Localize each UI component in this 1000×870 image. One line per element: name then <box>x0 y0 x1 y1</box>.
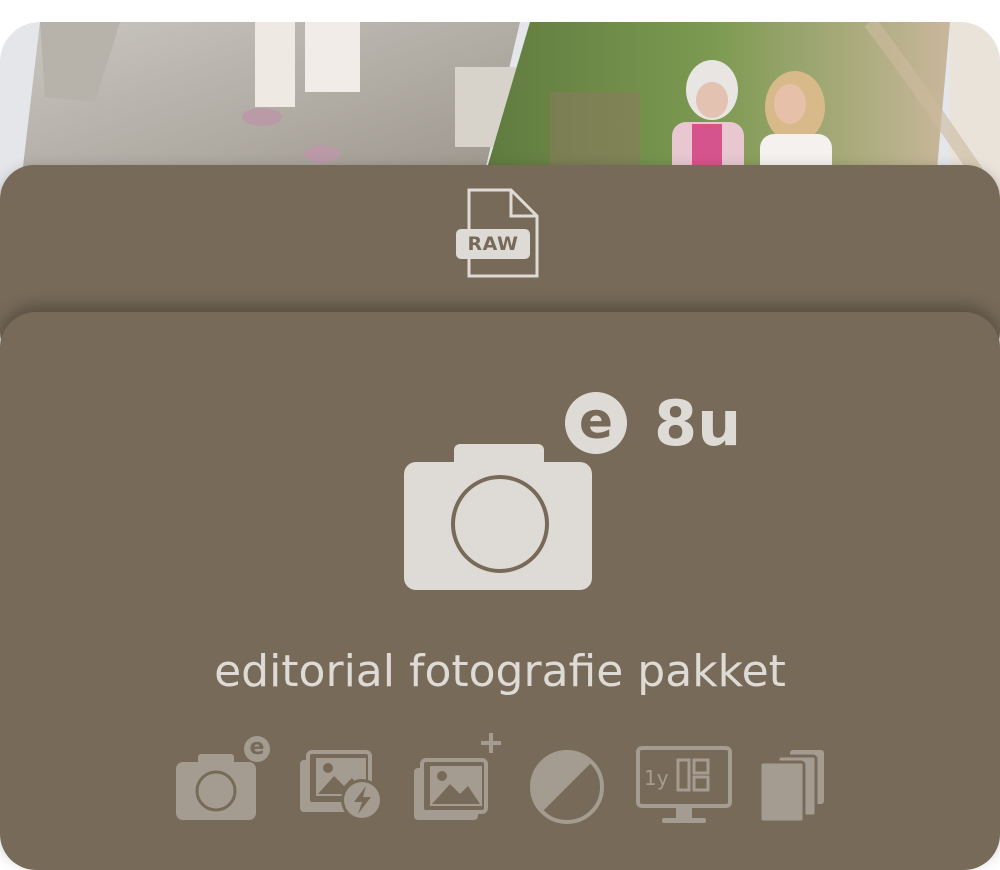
raw-file-label: RAW <box>456 229 530 259</box>
gallery-duration-label: 1y <box>644 766 669 790</box>
plus-icon <box>480 732 502 758</box>
color-edit-icon <box>530 750 604 828</box>
package-title: editorial fotografie pakket <box>214 646 786 697</box>
duration-label: 8u <box>654 387 742 460</box>
feature-icons-row: e 1y <box>0 732 1000 832</box>
editorial-badge: e <box>565 392 627 454</box>
editorial-badge-small: e <box>244 736 270 762</box>
fast-delivery-photos-icon <box>298 744 386 828</box>
editorial-camera-icon <box>174 750 258 826</box>
package-card: e 8u editorial fotografie pakket e 1y <box>0 312 1000 870</box>
camera-icon <box>404 444 592 590</box>
prints-stack-icon <box>758 748 828 828</box>
